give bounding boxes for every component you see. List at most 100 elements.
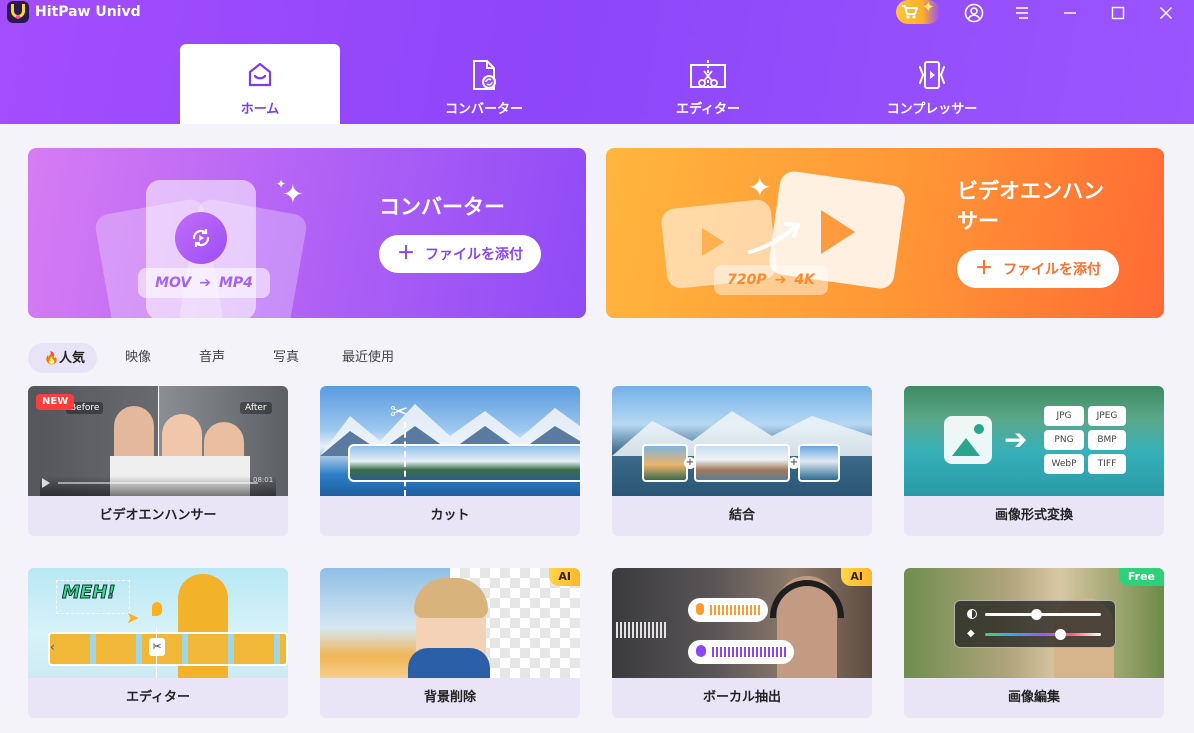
main-nav: ホーム コンバーター エディター コンプレッサー (0, 44, 1194, 124)
format-to: MP4 (218, 275, 253, 291)
format-chip-webp: WebP (1044, 454, 1084, 474)
tool-label: エディター (125, 690, 191, 705)
store-cart-button[interactable]: ✦ (896, 0, 940, 24)
converter-add-file-button[interactable]: ＋ ファイルを添付 (379, 235, 541, 273)
sparkle-icon: ✦ (922, 0, 935, 16)
tool-card-merge[interactable]: + + 結合 (612, 386, 872, 536)
editor-thumbnail: MEH! ➤ ✂ ‹ (28, 568, 288, 678)
waveform-icon (616, 622, 668, 638)
convert-file-icon (467, 58, 501, 92)
minimize-icon[interactable] (1058, 2, 1082, 24)
plus-icon: ＋ (975, 258, 993, 279)
tool-card-cut[interactable]: ✂ カット (320, 386, 580, 536)
curved-arrow-icon (748, 222, 801, 254)
tool-label: 結合 (728, 508, 755, 523)
timeline-strip (48, 632, 288, 666)
color-slider-thumb (1055, 629, 1066, 640)
tool-card-video-enhancer[interactable]: 08:01 Before After NEW ビデオエンハンサー (28, 386, 288, 536)
category-tab-photo[interactable]: 写真 (273, 343, 299, 373)
app-header: HitPaw Univd ✦ ホーム コンバーター エディター コンプレッサー (0, 0, 1194, 124)
account-icon[interactable] (962, 2, 986, 24)
home-icon (244, 58, 276, 92)
enhancer-title-line1: ビデオエンハン (957, 179, 1104, 203)
compress-icon (914, 58, 950, 92)
app-logo-icon (7, 1, 29, 23)
clip-right (798, 444, 840, 482)
sparkle-small-icon: ✦ (276, 177, 287, 191)
play-triangle-icon (821, 210, 855, 254)
tab-compressor[interactable]: コンプレッサー (852, 44, 1012, 124)
tool-label: 画像編集 (1007, 690, 1060, 705)
category-label: 人気 (58, 351, 85, 366)
converter-banner[interactable]: MOV ➔ MP4 ✦ ✦ コンバーター ＋ ファイルを添付 (28, 148, 586, 318)
tab-compressor-label: コンプレッサー (886, 102, 978, 117)
format-chip-tiff: TIFF (1088, 454, 1126, 474)
format-chip-bmp: BMP (1088, 430, 1126, 450)
tab-converter[interactable]: コンバーター (404, 44, 564, 124)
close-icon[interactable] (1154, 2, 1178, 24)
tool-card-image-editor[interactable]: ◆ Free 画像編集 (904, 568, 1164, 718)
enhancer-add-file-label: ファイルを添付 (1003, 262, 1101, 278)
contrast-icon (967, 609, 977, 619)
enhancer-add-file-button[interactable]: ＋ ファイルを添付 (957, 250, 1119, 288)
category-tab-audio[interactable]: 音声 (199, 343, 225, 373)
cursor-icon: ➤ (126, 608, 140, 627)
fill-icon: ◆ (967, 628, 975, 639)
tool-card-vocal-remover[interactable]: AI ボーカル抽出 (612, 568, 872, 718)
tab-editor[interactable]: エディター (628, 44, 788, 124)
video-enhancer-banner[interactable]: ✦ 720P ➔ 4K ビデオエンハン サー ＋ ファイルを添付 (606, 148, 1164, 318)
enhancer-banner-title: ビデオエンハン サー (957, 176, 1104, 236)
after-label: After (240, 402, 272, 414)
clip-left (642, 444, 688, 482)
video-time: 08:01 (253, 476, 274, 484)
headphones-icon (770, 580, 844, 618)
tab-editor-label: エディター (675, 102, 741, 117)
play-icon (42, 478, 50, 488)
title-bar: HitPaw Univd ✦ (0, 0, 1194, 26)
scissors-icon: ✂ (149, 638, 165, 656)
resolution-to: 4K (794, 272, 815, 288)
tool-label: カット (430, 508, 470, 523)
tool-label: 背景削除 (423, 690, 476, 705)
category-tab-video[interactable]: 映像 (125, 343, 151, 373)
convert-circle-icon (175, 212, 227, 264)
clip-center (694, 444, 790, 482)
format-from: MOV (155, 275, 192, 291)
cart-icon (902, 5, 918, 19)
image-icon (944, 416, 992, 464)
resolution-from: 720P (727, 272, 767, 288)
vocal-track-pill (688, 598, 768, 622)
merge-thumbnail: + + (612, 386, 872, 496)
plus-icon: ＋ (397, 243, 415, 264)
format-chip-jpeg: JPEG (1088, 406, 1126, 426)
converter-banner-title: コンバーター (379, 195, 505, 219)
arrow-right-icon: ➔ (774, 272, 787, 288)
free-badge: Free (1118, 568, 1164, 586)
format-chip-png: PNG (1044, 430, 1084, 450)
brightness-slider-thumb (1031, 609, 1042, 620)
tool-label: 画像形式変換 (994, 508, 1073, 523)
maximize-icon[interactable] (1106, 2, 1130, 24)
tool-card-background-remover[interactable]: AI 背景削除 (320, 568, 580, 718)
tab-home[interactable]: ホーム (180, 44, 340, 124)
menu-icon[interactable] (1010, 2, 1034, 24)
arrow-right-icon: ➔ (1004, 423, 1028, 456)
category-tab-popular[interactable]: 🔥人気 (28, 343, 97, 373)
tool-card-image-converter[interactable]: ➔ JPG JPEG PNG BMP WebP TIFF 画像形式変換 (904, 386, 1164, 536)
new-badge: NEW (36, 394, 75, 410)
category-tab-recent[interactable]: 最近使用 (342, 343, 394, 373)
cut-line (404, 422, 406, 496)
microphone-icon (696, 603, 704, 615)
brightness-slider (985, 613, 1101, 616)
background-remover-thumbnail (320, 568, 580, 678)
image-converter-thumbnail: ➔ JPG JPEG PNG BMP WebP TIFF (904, 386, 1164, 496)
tool-card-editor[interactable]: MEH! ➤ ✂ ‹ エディター (28, 568, 288, 718)
arrow-right-icon: ➔ (199, 275, 211, 291)
chevron-left-icon: ‹ (50, 640, 55, 654)
cut-thumbnail: ✂ (320, 386, 580, 496)
tab-converter-label: コンバーター (444, 102, 523, 117)
format-pill: MOV ➔ MP4 (138, 268, 270, 298)
tool-label: ボーカル抽出 (702, 690, 781, 705)
location-icon (152, 602, 162, 616)
tool-label: ビデオエンハンサー (99, 508, 217, 523)
